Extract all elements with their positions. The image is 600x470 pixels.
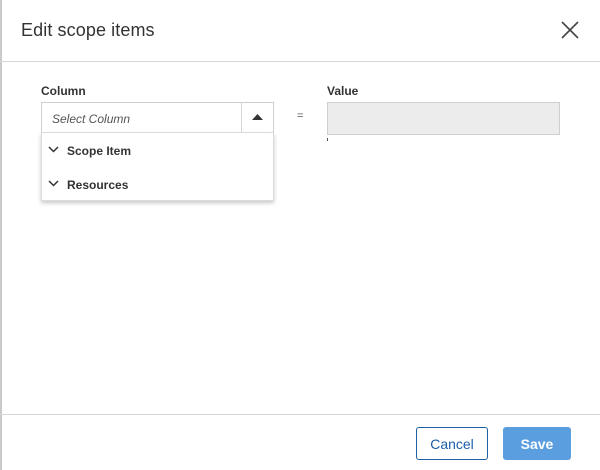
window-edge: [0, 0, 2, 470]
chevron-down-icon: [48, 180, 59, 187]
cancel-button[interactable]: Cancel: [416, 427, 488, 460]
close-button[interactable]: [560, 20, 580, 40]
save-button[interactable]: Save: [503, 427, 571, 460]
dropdown-item-label: Scope Item: [67, 144, 132, 158]
value-input[interactable]: [327, 102, 560, 135]
close-icon: [561, 21, 579, 39]
caret-up-icon: [252, 114, 263, 120]
operator-equals: =: [297, 110, 304, 122]
dialog-footer: Cancel Save: [0, 414, 600, 470]
value-input-marker: [327, 138, 328, 141]
column-select-toggle[interactable]: [241, 103, 273, 132]
edit-scope-items-dialog: Edit scope items Column Value Select Col…: [0, 0, 600, 470]
chevron-down-icon: [48, 146, 59, 153]
dropdown-item-scope-item[interactable]: Scope Item: [42, 133, 273, 167]
dropdown-item-resources[interactable]: Resources: [42, 167, 273, 201]
value-label: Value: [327, 84, 359, 98]
column-label: Column: [41, 84, 86, 98]
dialog-header: Edit scope items: [0, 0, 600, 62]
column-select[interactable]: Select Column: [41, 102, 274, 133]
dialog-title: Edit scope items: [21, 20, 155, 40]
column-dropdown-list: Scope Item Resources: [41, 133, 274, 201]
dropdown-item-label: Resources: [67, 178, 129, 192]
column-select-placeholder: Select Column: [52, 112, 131, 126]
